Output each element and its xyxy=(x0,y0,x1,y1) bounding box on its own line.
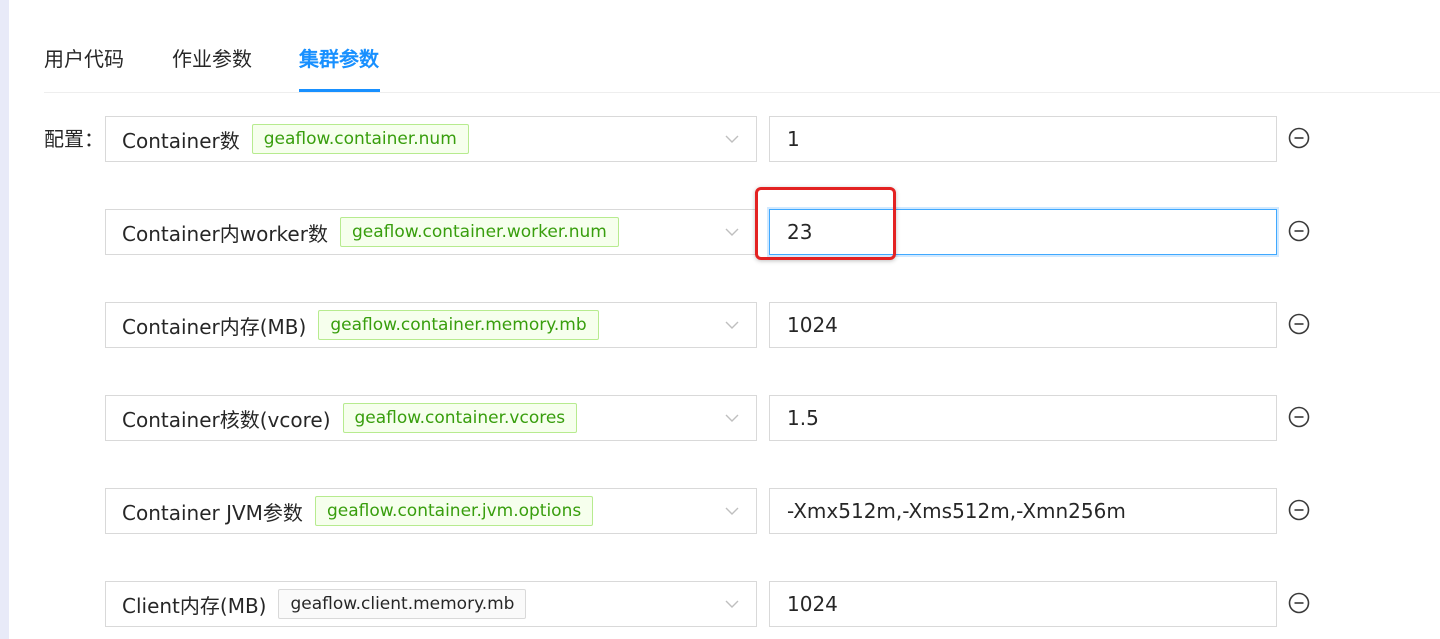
param-key-tag: geaflow.container.num xyxy=(251,124,469,154)
param-select-content: Container内存(MB) geaflow.container.memory.… xyxy=(122,303,599,347)
config-row: Container核数(vcore) geaflow.container.vcor… xyxy=(0,395,1440,441)
param-label: Container JVM参数 xyxy=(122,500,303,525)
minus-circle-icon[interactable] xyxy=(1288,499,1310,521)
param-key-tag: geaflow.client.memory.mb xyxy=(278,589,527,619)
chevron-down-icon xyxy=(725,414,739,422)
param-label: Container数 xyxy=(122,128,240,153)
config-row: Container数 geaflow.container.num xyxy=(0,116,1440,162)
param-key-tag: geaflow.container.worker.num xyxy=(339,217,619,247)
param-key-tag: geaflow.container.vcores xyxy=(342,403,578,433)
param-select[interactable]: Container内存(MB) geaflow.container.memory.… xyxy=(105,302,757,348)
param-select-content: Container数 geaflow.container.num xyxy=(122,117,469,161)
param-select-content: Container JVM参数 geaflow.container.jvm.opt… xyxy=(122,489,594,533)
param-select[interactable]: Container数 geaflow.container.num xyxy=(105,116,757,162)
chevron-down-icon xyxy=(725,507,739,515)
param-value-input[interactable] xyxy=(769,488,1277,534)
param-select-content: Container内worker数 geaflow.container.worke… xyxy=(122,210,619,254)
minus-circle-icon[interactable] xyxy=(1288,406,1310,428)
param-value-input[interactable] xyxy=(769,209,1277,255)
param-value-input[interactable] xyxy=(769,395,1277,441)
param-select-content: Container核数(vcore) geaflow.container.vcor… xyxy=(122,396,578,440)
chevron-down-icon xyxy=(725,321,739,329)
param-label: Client内存(MB) xyxy=(122,593,267,618)
tab-bar: 用户代码 作业参数 集群参数 xyxy=(44,0,1440,93)
tab-cluster-params[interactable]: 集群参数 xyxy=(299,45,379,73)
chevron-down-icon xyxy=(725,135,739,143)
tab-job-params[interactable]: 作业参数 xyxy=(172,45,252,73)
config-row: Container JVM参数 geaflow.container.jvm.opt… xyxy=(0,488,1440,534)
param-select[interactable]: Container JVM参数 geaflow.container.jvm.opt… xyxy=(105,488,757,534)
tab-user-code[interactable]: 用户代码 xyxy=(44,45,124,73)
param-value-input[interactable] xyxy=(769,116,1277,162)
param-label: Container核数(vcore) xyxy=(122,407,331,432)
param-select[interactable]: Container内worker数 geaflow.container.worke… xyxy=(105,209,757,255)
param-value-input[interactable] xyxy=(769,581,1277,627)
config-row: Container内存(MB) geaflow.container.memory.… xyxy=(0,302,1440,348)
chevron-down-icon xyxy=(725,600,739,608)
param-select-content: Client内存(MB) geaflow.client.memory.mb xyxy=(122,582,527,626)
config-row: Client内存(MB) geaflow.client.memory.mb xyxy=(0,581,1440,627)
param-value-input[interactable] xyxy=(769,302,1277,348)
param-key-tag: geaflow.container.jvm.options xyxy=(314,496,594,526)
minus-circle-icon[interactable] xyxy=(1288,220,1310,242)
minus-circle-icon[interactable] xyxy=(1288,592,1310,614)
minus-circle-icon[interactable] xyxy=(1288,313,1310,335)
minus-circle-icon[interactable] xyxy=(1288,127,1310,149)
active-tab-indicator xyxy=(299,89,380,92)
param-label: Container内worker数 xyxy=(122,221,328,246)
param-select[interactable]: Container核数(vcore) geaflow.container.vcor… xyxy=(105,395,757,441)
chevron-down-icon xyxy=(725,228,739,236)
param-key-tag: geaflow.container.memory.mb xyxy=(318,310,599,340)
param-label: Container内存(MB) xyxy=(122,314,307,339)
config-row: Container内worker数 geaflow.container.worke… xyxy=(0,209,1440,255)
param-select[interactable]: Client内存(MB) geaflow.client.memory.mb xyxy=(105,581,757,627)
